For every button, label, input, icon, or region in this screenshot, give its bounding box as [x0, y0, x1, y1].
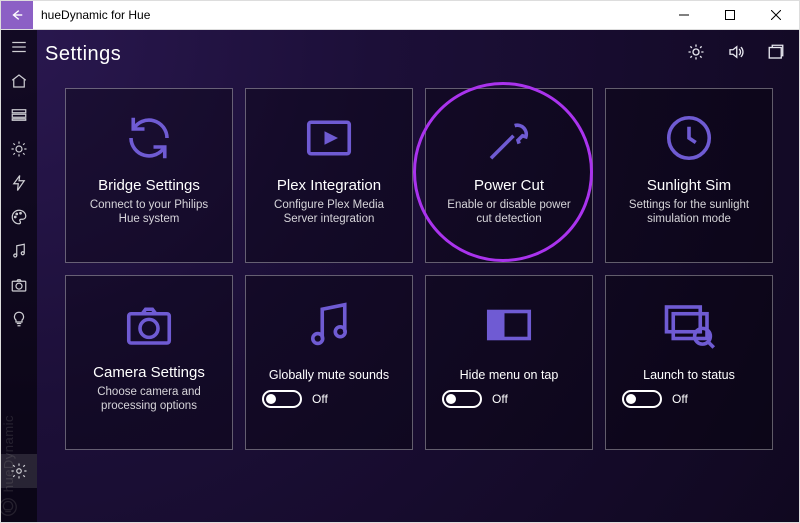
nav-bulb[interactable] — [1, 302, 37, 336]
tile-bridge-settings[interactable]: Bridge Settings Connect to your Philips … — [65, 88, 233, 263]
minimize-button[interactable] — [661, 0, 707, 30]
tile-hide-menu[interactable]: Hide menu on tap Off — [425, 275, 593, 450]
toggle-switch[interactable] — [622, 390, 662, 408]
tile-title: Camera Settings — [93, 364, 205, 381]
tile-power-cut[interactable]: Power Cut Enable or disable power cut de… — [425, 88, 593, 263]
tile-sunlight-sim[interactable]: Sunlight Sim Settings for the sunlight s… — [605, 88, 773, 263]
tile-desc: Enable or disable power cut detection — [436, 198, 582, 227]
panel-icon — [482, 286, 536, 364]
nav-camera[interactable] — [1, 268, 37, 302]
tile-global-mute[interactable]: Globally mute sounds Off — [245, 275, 413, 450]
tile-camera-settings[interactable]: Camera Settings Choose camera and proces… — [65, 275, 233, 450]
nav-music[interactable] — [1, 234, 37, 268]
tiles-area[interactable]: Bridge Settings Connect to your Philips … — [37, 78, 799, 522]
back-button[interactable] — [1, 1, 33, 29]
tile-desc: Configure Plex Media Server integration — [256, 198, 402, 227]
nav-colors[interactable] — [1, 200, 37, 234]
tile-launch-status[interactable]: Launch to status Off — [605, 275, 773, 450]
tile-desc: Settings for the sunlight simulation mod… — [616, 198, 762, 227]
toggle-state: Off — [312, 392, 328, 406]
window-title: hueDynamic for Hue — [41, 8, 150, 22]
app-body: hueDynamic Settings — [0, 30, 800, 523]
page-header: Settings — [37, 30, 799, 78]
nav-hamburger[interactable] — [1, 30, 37, 64]
tile-desc: Choose camera and processing options — [76, 385, 222, 414]
page-title: Settings — [45, 43, 121, 66]
maximize-button[interactable] — [707, 0, 753, 30]
tile-title: Launch to status — [643, 368, 735, 382]
window-titlebar: hueDynamic for Hue — [0, 0, 800, 30]
tile-title: Hide menu on tap — [460, 368, 559, 382]
music-icon — [302, 286, 356, 364]
camera-icon — [122, 286, 176, 364]
nav-home[interactable] — [1, 64, 37, 98]
toggle-state: Off — [672, 392, 688, 406]
wrench-icon — [482, 99, 536, 177]
tile-desc: Connect to your Philips Hue system — [76, 198, 222, 227]
nav-dynamic[interactable] — [1, 166, 37, 200]
toggle-switch[interactable] — [262, 390, 302, 408]
fullscreen-icon[interactable] — [767, 43, 785, 66]
tile-title: Plex Integration — [277, 177, 381, 194]
nav-sunlight[interactable] — [1, 132, 37, 166]
toggle-switch[interactable] — [442, 390, 482, 408]
nav-scenes[interactable] — [1, 98, 37, 132]
play-rect-icon — [302, 99, 356, 177]
close-button[interactable] — [753, 0, 799, 30]
tile-title: Bridge Settings — [98, 177, 200, 194]
sync-icon — [122, 99, 176, 177]
side-nav — [1, 30, 37, 522]
tile-title: Sunlight Sim — [647, 177, 731, 194]
tiles-grid: Bridge Settings Connect to your Philips … — [65, 88, 789, 450]
nav-settings[interactable] — [1, 454, 37, 488]
tile-plex-integration[interactable]: Plex Integration Configure Plex Media Se… — [245, 88, 413, 263]
volume-icon[interactable] — [727, 43, 745, 66]
clock-icon — [662, 99, 716, 177]
tile-title: Power Cut — [474, 177, 544, 194]
toggle-state: Off — [492, 392, 508, 406]
tile-title: Globally mute sounds — [269, 368, 389, 382]
brightness-icon[interactable] — [687, 43, 705, 66]
status-search-icon — [662, 286, 716, 364]
